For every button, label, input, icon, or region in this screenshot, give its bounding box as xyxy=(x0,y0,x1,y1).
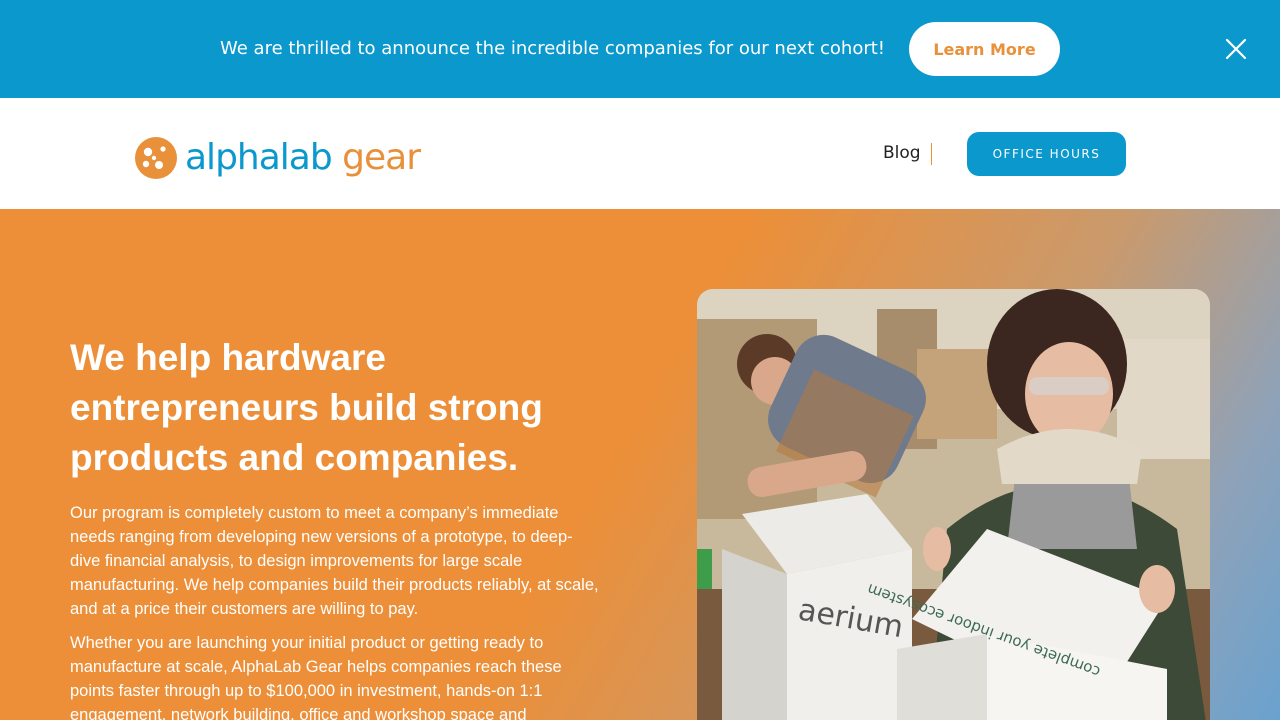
nav-divider xyxy=(931,143,932,165)
hero-paragraph-1: Our program is completely custom to meet… xyxy=(70,504,599,618)
close-icon[interactable] xyxy=(1222,35,1250,63)
close-icon-graphic xyxy=(1225,38,1247,60)
announcement-bar: We are thrilled to announce the incredib… xyxy=(0,0,1280,98)
site-logo[interactable]: alphalab gear xyxy=(133,135,438,181)
hero-title: We help hardware entrepreneurs build str… xyxy=(70,337,543,478)
hero-photo-illustration: aerium complete your indoor ecosystem xyxy=(697,289,1210,720)
nav-blog-link[interactable]: Blog xyxy=(883,142,921,164)
logo-wordmark: alphalab gear xyxy=(185,137,421,179)
office-hours-button[interactable]: OFFICE HOURS xyxy=(967,132,1126,176)
gear-logo-icon xyxy=(135,137,177,179)
hero-photo: aerium complete your indoor ecosystem xyxy=(697,289,1210,720)
hero-paragraph-2: Whether you are launching your initial p… xyxy=(70,634,562,720)
logo-gear-text: gear xyxy=(342,137,421,178)
announcement-text: We are thrilled to announce the incredib… xyxy=(220,38,886,59)
logo-alpha-text: alphalab xyxy=(185,137,333,178)
learn-more-button[interactable]: Learn More xyxy=(909,22,1060,76)
